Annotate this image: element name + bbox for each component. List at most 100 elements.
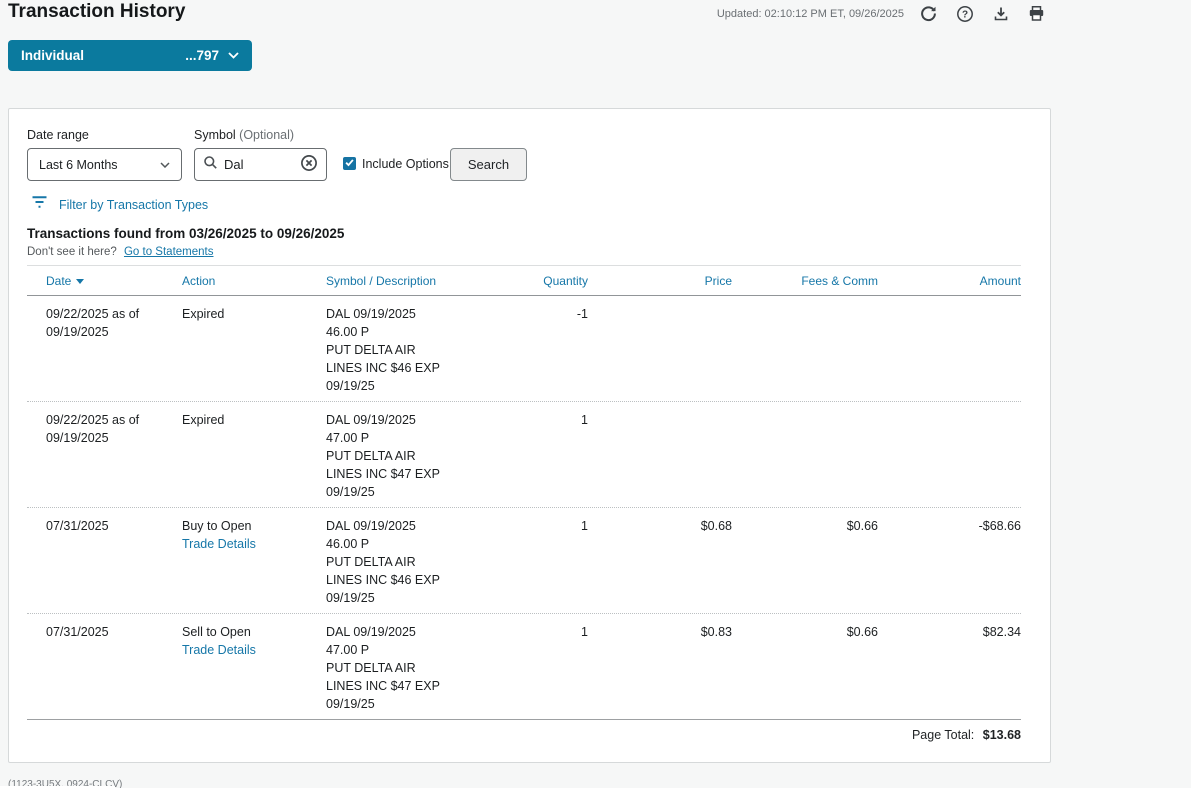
transaction-date: 09/22/2025 as of09/19/2025 [27,305,182,395]
transaction-history-page: Transaction History Updated: 02:10:12 PM… [0,0,1191,788]
date-range-select[interactable]: Last 6 Months [27,148,182,181]
transaction-price [588,411,732,501]
cell-line: LINES INC $47 EXP [326,677,506,695]
cell-line: 47.00 P [326,641,506,659]
page-total-value: $13.68 [983,728,1021,742]
updated-timestamp: Updated: 02:10:12 PM ET, 09/26/2025 [717,8,904,20]
transactions-table: Date Action Symbol / Description Quantit… [27,265,1021,751]
cell-line: LINES INC $47 EXP [326,465,506,483]
cell-line: Expired [182,305,326,323]
cell-line: DAL 09/19/2025 [326,305,506,323]
transaction-amount: -$68.66 [878,517,1021,607]
cell-line: 09/19/2025 [46,323,182,341]
transaction-quantity: -1 [506,305,588,395]
transaction-fees-comm [732,411,878,501]
transaction-amount: $82.34 [878,623,1021,713]
account-selector[interactable]: Individual ...797 [8,40,252,71]
go-to-statements-link[interactable]: Go to Statements [124,246,214,258]
transaction-action: Expired [182,411,326,501]
cell-line: Buy to Open [182,517,326,535]
cell-line: 09/22/2025 as of [46,305,182,323]
cell-line: PUT DELTA AIR [326,341,506,359]
transaction-symbol-description: DAL 09/19/202546.00 PPUT DELTA AIRLINES … [326,305,506,395]
help-button[interactable]: ? [955,4,974,23]
column-header-price: Price [588,274,732,288]
search-icon [203,155,218,175]
cell-line: LINES INC $46 EXP [326,571,506,589]
refresh-icon [920,5,937,22]
table-row: 07/31/2025Buy to OpenTrade DetailsDAL 09… [27,508,1021,614]
cell-line: 09/19/25 [326,483,506,501]
print-icon [1028,5,1045,22]
cell-line: DAL 09/19/2025 [326,623,506,641]
cell-line: 46.00 P [326,535,506,553]
chevron-down-icon [228,52,239,59]
symbol-input[interactable] [224,157,284,172]
column-header-fees-comm: Fees & Comm [732,274,878,288]
include-options-label: Include Options [362,157,449,171]
column-header-quantity: Quantity [506,274,588,288]
column-header-symbol-description: Symbol / Description [326,274,506,288]
transaction-action: Buy to OpenTrade Details [182,517,326,607]
table-row: 09/22/2025 as of09/19/2025ExpiredDAL 09/… [27,296,1021,402]
transaction-fees-comm: $0.66 [732,517,878,607]
cell-line: 09/19/25 [326,589,506,607]
download-icon [993,6,1009,22]
statements-hint: Don't see it here? Go to Statements [27,246,213,258]
filter-link-label: Filter by Transaction Types [59,198,208,212]
chevron-down-icon [160,162,170,168]
transaction-quantity: 1 [506,623,588,713]
cell-line: 09/19/25 [326,695,506,713]
column-header-action: Action [182,274,326,288]
transaction-amount [878,411,1021,501]
page-title: Transaction History [8,1,185,23]
account-number: ...797 [185,48,219,63]
transaction-symbol-description: DAL 09/19/202547.00 PPUT DELTA AIRLINES … [326,411,506,501]
cell-line: PUT DELTA AIR [326,659,506,677]
cell-line: DAL 09/19/2025 [326,517,506,535]
cell-line: DAL 09/19/2025 [326,411,506,429]
account-type-label: Individual [21,48,84,63]
transaction-symbol-description: DAL 09/19/202546.00 PPUT DELTA AIRLINES … [326,517,506,607]
page-total-label: Page Total: [912,728,974,742]
transaction-fees-comm: $0.66 [732,623,878,713]
symbol-search-field [194,148,327,181]
sort-desc-icon [76,279,84,284]
header-toolbar: Updated: 02:10:12 PM ET, 09/26/2025 ? [717,4,1046,23]
print-button[interactable] [1027,4,1046,23]
cell-line: 07/31/2025 [46,623,182,641]
cell-line: Expired [182,411,326,429]
transaction-price [588,305,732,395]
include-options-checkbox[interactable] [343,157,356,170]
trade-details-link[interactable]: Trade Details [182,641,326,659]
symbol-label: Symbol (Optional) [194,128,294,142]
transactions-card: Date range Last 6 Months Symbol (Optiona… [8,108,1051,763]
transaction-fees-comm [732,305,878,395]
table-body: 09/22/2025 as of09/19/2025ExpiredDAL 09/… [27,296,1021,719]
date-range-value: Last 6 Months [39,158,118,172]
results-heading: Transactions found from 03/26/2025 to 09… [27,226,344,241]
column-header-date[interactable]: Date [27,274,182,288]
transaction-quantity: 1 [506,411,588,501]
cell-line: 09/22/2025 as of [46,411,182,429]
cell-line: Sell to Open [182,623,326,641]
transaction-action: Expired [182,305,326,395]
transaction-quantity: 1 [506,517,588,607]
refresh-button[interactable] [919,4,938,23]
download-button[interactable] [991,4,1010,23]
cell-line: 07/31/2025 [46,517,182,535]
transaction-symbol-description: DAL 09/19/202547.00 PPUT DELTA AIRLINES … [326,623,506,713]
cell-line: LINES INC $46 EXP [326,359,506,377]
clear-symbol-button[interactable] [300,154,318,175]
column-header-amount: Amount [878,274,1021,288]
filter-by-transaction-types[interactable]: Filter by Transaction Types [31,195,208,214]
search-button[interactable]: Search [450,148,527,181]
table-row: 07/31/2025Sell to OpenTrade DetailsDAL 0… [27,614,1021,719]
cell-line: 46.00 P [326,323,506,341]
page-total: Page Total: $13.68 [27,719,1021,751]
cell-line: 47.00 P [326,429,506,447]
transaction-price: $0.68 [588,517,732,607]
transaction-amount [878,305,1021,395]
help-icon: ? [956,5,974,23]
trade-details-link[interactable]: Trade Details [182,535,326,553]
